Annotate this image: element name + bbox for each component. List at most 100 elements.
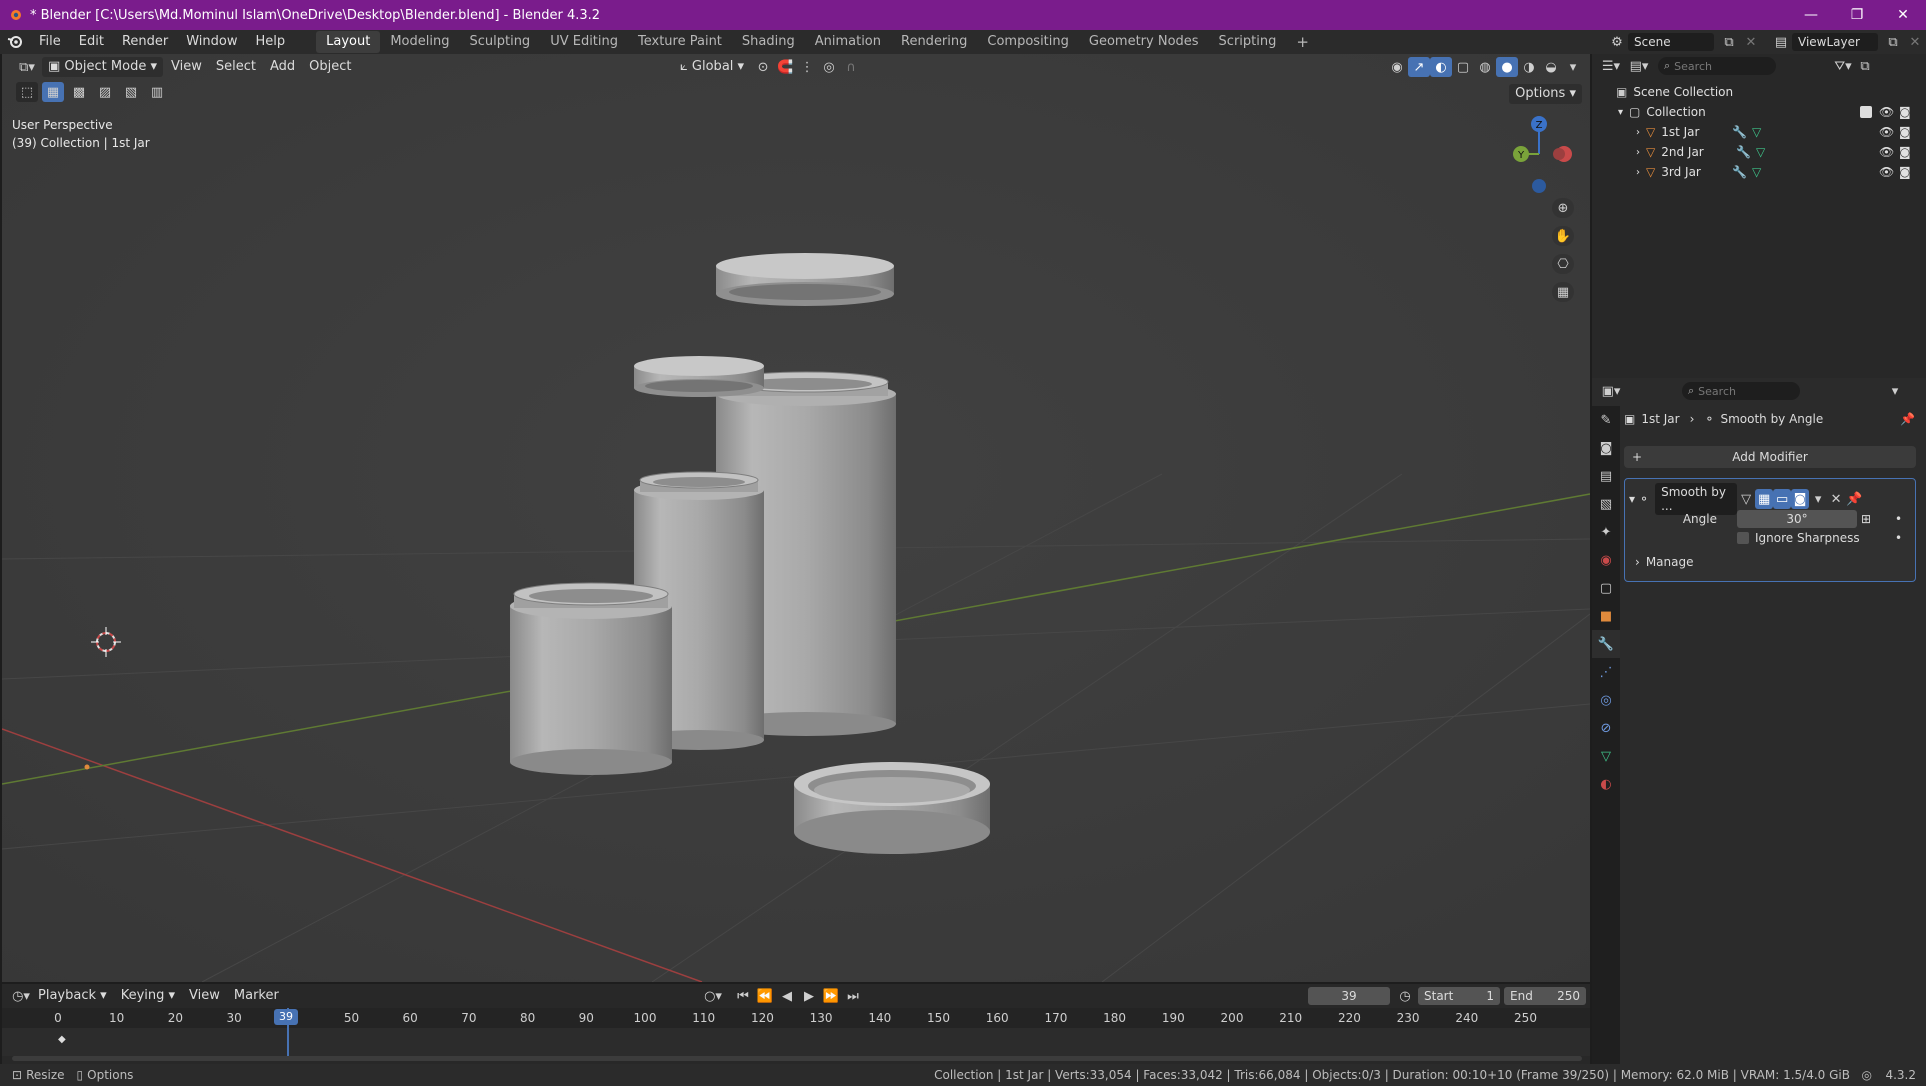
chevron-right-icon[interactable]: › bbox=[1636, 147, 1640, 158]
render-tab-icon[interactable]: ◙ bbox=[1592, 434, 1620, 462]
pin-icon[interactable]: 📌 bbox=[1900, 412, 1915, 426]
add-workspace-button[interactable]: + bbox=[1286, 31, 1319, 53]
ignore-sharpness-row[interactable]: Ignore Sharpness • bbox=[1737, 531, 1902, 545]
data-tab-icon[interactable]: ▽ bbox=[1592, 742, 1620, 770]
tree-item-1st-jar[interactable]: › ▽ 1st Jar 🔧 ▽ 👁 ◙ bbox=[1592, 122, 1926, 142]
intersect-selection-icon[interactable]: ▥ bbox=[146, 82, 168, 102]
modifier-tab-icon[interactable]: 🔧 bbox=[1592, 630, 1620, 658]
tree-collection[interactable]: ▾ ▢ Collection 👁 ◙ bbox=[1592, 102, 1926, 122]
modifier-dropdown-icon[interactable]: ▾ bbox=[1809, 489, 1827, 509]
render-camera-icon[interactable]: ◙ bbox=[1899, 125, 1911, 139]
tab-modeling[interactable]: Modeling bbox=[380, 31, 459, 53]
new-view-layer-icon[interactable]: ⧉ bbox=[1882, 32, 1904, 52]
scene-tab-icon[interactable]: ✦ bbox=[1592, 518, 1620, 546]
tab-compositing[interactable]: Compositing bbox=[977, 31, 1079, 53]
mesh-data-icon[interactable]: ▽ bbox=[1756, 145, 1765, 159]
particles-tab-icon[interactable]: ⋰ bbox=[1592, 658, 1620, 686]
play-reverse-icon[interactable]: ◀ bbox=[776, 986, 798, 1006]
editor-type-icon[interactable]: ⧉▾ bbox=[12, 57, 42, 77]
render-camera-icon[interactable]: ◙ bbox=[1899, 165, 1911, 179]
select-box-tool-icon[interactable]: ⬚ bbox=[16, 82, 38, 102]
chevron-right-icon[interactable]: › bbox=[1636, 127, 1640, 138]
add-modifier-button[interactable]: + Add Modifier bbox=[1624, 446, 1916, 468]
modifier-wrench-icon[interactable]: 🔧 bbox=[1732, 125, 1747, 139]
scene-icon[interactable]: ⚙ bbox=[1606, 32, 1628, 52]
manage-subpanel[interactable]: › Manage bbox=[1635, 555, 1693, 569]
jump-prev-key-icon[interactable]: ⏪ bbox=[754, 986, 776, 1006]
marker-menu[interactable]: Marker bbox=[228, 986, 285, 1006]
jar-tall-lid[interactable] bbox=[716, 253, 894, 306]
mode-dropdown[interactable]: ▣ Object Mode ▾ bbox=[42, 57, 163, 77]
tab-texture-paint[interactable]: Texture Paint bbox=[628, 31, 732, 53]
maximize-button[interactable]: ❐ bbox=[1834, 0, 1880, 30]
visibility-eye-icon[interactable]: 👁 bbox=[1879, 105, 1894, 119]
overlay-toggle-icon[interactable]: ◐ bbox=[1430, 57, 1452, 77]
viewport-options-button[interactable]: Options ▾ bbox=[1509, 84, 1582, 104]
delete-scene-icon[interactable]: ✕ bbox=[1740, 32, 1762, 52]
edit-mode-toggle-icon[interactable]: ▽ bbox=[1737, 489, 1755, 509]
tab-shading[interactable]: Shading bbox=[732, 31, 805, 53]
tab-geometry-nodes[interactable]: Geometry Nodes bbox=[1079, 31, 1209, 53]
properties-editor-icon[interactable]: ▣▾ bbox=[1600, 381, 1622, 401]
rendered-shading-icon[interactable]: ◒ bbox=[1540, 57, 1562, 77]
world-tab-icon[interactable]: ◉ bbox=[1592, 546, 1620, 574]
playback-menu[interactable]: Playback ▾ bbox=[32, 986, 113, 1006]
jump-start-icon[interactable]: ⏮ bbox=[732, 986, 754, 1006]
visibility-eye-icon[interactable]: 👁 bbox=[1879, 165, 1894, 179]
jump-next-key-icon[interactable]: ⏩ bbox=[820, 986, 842, 1006]
preview-range-icon[interactable]: ◷ bbox=[1394, 986, 1416, 1006]
camera-view-icon[interactable]: ⎔ bbox=[1552, 254, 1574, 274]
timeline-view-menu[interactable]: View bbox=[183, 986, 226, 1006]
subtract-selection-icon[interactable]: ▨ bbox=[94, 82, 116, 102]
modifier-wrench-icon[interactable]: 🔧 bbox=[1736, 145, 1751, 159]
tab-animation[interactable]: Animation bbox=[805, 31, 891, 53]
render-toggle-icon[interactable]: ◙ bbox=[1791, 489, 1810, 509]
material-tab-icon[interactable]: ◐ bbox=[1592, 770, 1620, 798]
tab-scripting[interactable]: Scripting bbox=[1209, 31, 1287, 53]
tab-sculpting[interactable]: Sculpting bbox=[459, 31, 540, 53]
timeline-scrollbar[interactable] bbox=[12, 1056, 1582, 1061]
mesh-data-icon[interactable]: ▽ bbox=[1752, 125, 1761, 139]
new-selection-icon[interactable]: ▦ bbox=[42, 82, 64, 102]
render-camera-icon[interactable]: ◙ bbox=[1899, 105, 1911, 119]
visibility-icon[interactable]: ◉ bbox=[1386, 57, 1408, 77]
auto-keying-icon[interactable]: ○▾ bbox=[702, 986, 724, 1006]
viewport-toggle-icon[interactable]: ▭ bbox=[1773, 489, 1792, 509]
start-frame-field[interactable]: Start 1 bbox=[1418, 987, 1500, 1005]
solid-shading-icon[interactable]: ● bbox=[1496, 57, 1518, 77]
keyframe-dot-icon[interactable]: • bbox=[1895, 512, 1902, 526]
viewport-menu-add[interactable]: Add bbox=[264, 57, 301, 77]
display-mode-icon[interactable]: ▤▾ bbox=[1628, 56, 1650, 76]
output-tab-icon[interactable]: ▤ bbox=[1592, 462, 1620, 490]
menu-help[interactable]: Help bbox=[247, 31, 295, 53]
play-icon[interactable]: ▶ bbox=[798, 986, 820, 1006]
exclude-checkbox[interactable] bbox=[1860, 106, 1872, 118]
material-shading-icon[interactable]: ◑ bbox=[1518, 57, 1540, 77]
viewport-menu-select[interactable]: Select bbox=[210, 57, 262, 77]
view-layer-tab-icon[interactable]: ▧ bbox=[1592, 490, 1620, 518]
ignore-sharpness-checkbox[interactable] bbox=[1737, 532, 1749, 544]
blender-menu-icon[interactable] bbox=[0, 35, 30, 49]
close-window-button[interactable]: ✕ bbox=[1880, 0, 1926, 30]
new-scene-icon[interactable]: ⧉ bbox=[1718, 32, 1740, 52]
chevron-down-icon[interactable]: ▾ bbox=[1618, 107, 1623, 118]
menu-render[interactable]: Render bbox=[113, 31, 177, 53]
collection-tab-icon[interactable]: ▢ bbox=[1592, 574, 1620, 602]
wireframe-shading-icon[interactable]: ◍ bbox=[1474, 57, 1496, 77]
shading-options-icon[interactable]: ▾ bbox=[1562, 57, 1584, 77]
delete-view-layer-icon[interactable]: ✕ bbox=[1904, 32, 1926, 52]
keyframe-diamond-icon[interactable]: ◆ bbox=[58, 1034, 66, 1045]
timeline-ruler[interactable]: 0 10 20 30 50 60 70 80 90 100 110 120 130 140 150 160 17… bbox=[2, 1008, 1590, 1028]
view-layer-field[interactable]: ViewLayer bbox=[1792, 33, 1878, 51]
current-frame-field[interactable]: 39 bbox=[1308, 987, 1390, 1005]
tool-tab-icon[interactable]: ✎ bbox=[1592, 406, 1620, 434]
timeline-track[interactable]: ◆ bbox=[2, 1028, 1590, 1056]
zoom-icon[interactable]: ⊕ bbox=[1552, 198, 1574, 218]
tree-scene-collection[interactable]: ▣ Scene Collection bbox=[1592, 82, 1926, 102]
jump-end-icon[interactable]: ⏭ bbox=[842, 986, 864, 1006]
outliner-editor-icon[interactable]: ☰▾ bbox=[1600, 56, 1622, 76]
object-tab-icon[interactable]: ■ bbox=[1592, 602, 1620, 630]
tree-item-3rd-jar[interactable]: › ▽ 3rd Jar 🔧 ▽ 👁 ◙ bbox=[1592, 162, 1926, 182]
cage-toggle-icon[interactable]: ▦ bbox=[1755, 489, 1774, 509]
invert-selection-icon[interactable]: ▧ bbox=[120, 82, 142, 102]
